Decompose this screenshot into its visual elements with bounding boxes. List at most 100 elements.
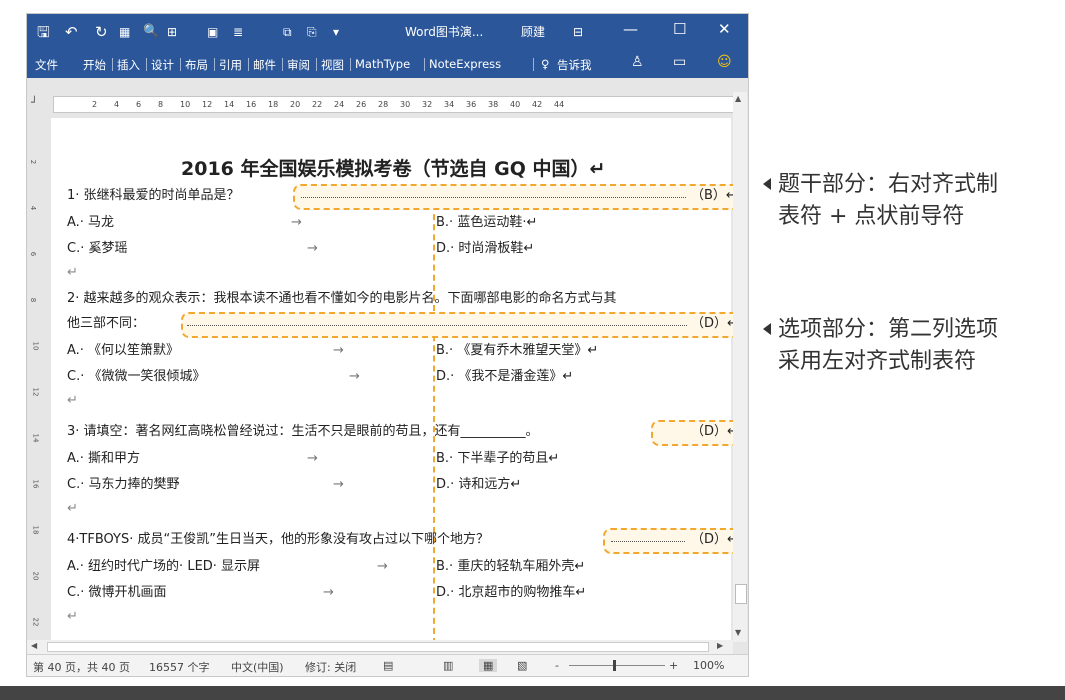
- document-heading: 2016 年全国娱乐模拟考卷（节选自 GQ 中国）↵: [181, 158, 606, 180]
- format-icon[interactable]: ≣: [233, 22, 243, 42]
- ribbon-display-icon[interactable]: ⊟: [573, 22, 583, 42]
- tab-references[interactable]: 引用: [219, 57, 242, 73]
- zoom-slider-thumb[interactable]: [613, 660, 616, 671]
- paragraph-mark: ↵: [67, 609, 78, 624]
- q1-option-b: B.· 蓝色运动鞋·↵: [436, 215, 538, 230]
- user-name[interactable]: 顾建: [521, 23, 545, 40]
- dot-leader: [301, 197, 686, 198]
- ruler-tick-label: 20: [290, 100, 301, 109]
- print-preview-icon[interactable]: 🔍: [143, 22, 159, 42]
- smiley-icon[interactable]: ☺: [717, 54, 732, 70]
- tab-mailings[interactable]: 邮件: [253, 57, 276, 73]
- tab-home[interactable]: 开始: [83, 57, 106, 73]
- page-count[interactable]: 第 40 页，共 40 页: [33, 659, 130, 675]
- ruler-tick-label: 10: [180, 100, 191, 109]
- vruler-tick-label: 18: [31, 525, 40, 535]
- ruler-tick-label: 14: [224, 100, 235, 109]
- scroll-thumb[interactable]: [735, 584, 747, 604]
- read-mode-icon[interactable]: ▥: [443, 659, 453, 672]
- tab-arrow: →: [333, 477, 344, 492]
- hscroll-thumb[interactable]: [47, 642, 709, 652]
- paste-icon[interactable]: ⎘: [307, 22, 317, 42]
- ruler-tick-label: 28: [378, 100, 389, 109]
- tab-arrow: →: [323, 585, 334, 600]
- vruler-tick-label: 10: [31, 341, 40, 351]
- ruler-tick-label: 4: [114, 100, 120, 109]
- ruler-tick-label: 12: [202, 100, 213, 109]
- callout-2-line2: 采用左对齐式制表符: [778, 349, 977, 374]
- word-count[interactable]: 16557 个字: [149, 659, 210, 675]
- q2-stem-line2: 他三部不同：: [67, 316, 146, 331]
- customize-icon[interactable]: ▾: [333, 22, 339, 42]
- zoom-slider[interactable]: [569, 665, 665, 666]
- tab-arrow: →: [377, 559, 388, 574]
- tab-arrow: →: [291, 215, 302, 230]
- vruler-tick-label: 12: [31, 387, 40, 397]
- redo-icon[interactable]: ↻: [95, 22, 108, 42]
- scroll-down-icon[interactable]: ▼: [735, 628, 741, 637]
- tab-separator: [350, 58, 351, 71]
- vruler-tick-label: 20: [31, 571, 40, 581]
- ruler-strip: 2 4 6 8 10 12 14 16 18 20 22 24 26 28 30 32 34 36 38 40 42 44: [53, 96, 735, 113]
- scroll-left-icon[interactable]: ◀: [31, 641, 37, 650]
- copy-icon[interactable]: ⧉: [283, 22, 292, 42]
- scroll-up-icon[interactable]: ▲: [735, 94, 741, 103]
- tab-design[interactable]: 设计: [151, 57, 174, 73]
- q2-option-d: D.· 《我不是潘金莲》↵: [436, 369, 574, 384]
- tab-separator: [214, 58, 215, 71]
- zoom-in-button[interactable]: +: [669, 659, 678, 672]
- tab-mathtype[interactable]: MathType: [355, 57, 410, 71]
- close-button[interactable]: ✕: [718, 20, 731, 38]
- language[interactable]: 中文(中国): [231, 659, 284, 675]
- ruler-tick-label: 24: [334, 100, 345, 109]
- scroll-right-icon[interactable]: ▶: [717, 641, 723, 650]
- macro-icon[interactable]: ▤: [383, 659, 393, 672]
- horizontal-ruler[interactable]: ┘ 2 4 6 8 10 12 14 16 18 20 22 24 26 28 30 32 34 36 38 40 42…: [27, 92, 748, 114]
- tab-selector-icon[interactable]: ┘: [31, 96, 38, 109]
- tab-arrow: →: [333, 343, 344, 358]
- tab-view[interactable]: 视图: [321, 57, 344, 73]
- tell-me-search[interactable]: 告诉我: [557, 57, 592, 73]
- minimize-button[interactable]: —: [623, 20, 638, 38]
- undo-icon[interactable]: ↶: [65, 22, 78, 42]
- vertical-scrollbar[interactable]: ▲ ▼: [733, 92, 747, 642]
- save-icon[interactable]: 🖫: [37, 22, 50, 42]
- zoom-level[interactable]: 100%: [693, 659, 724, 672]
- tab-layout[interactable]: 布局: [185, 57, 208, 73]
- zoom-out-button[interactable]: -: [555, 659, 559, 672]
- page-icon[interactable]: ▣: [207, 22, 218, 42]
- maximize-button[interactable]: ☐: [673, 20, 686, 38]
- ruler-tick-label: 32: [422, 100, 433, 109]
- ruler-tick-label: 18: [268, 100, 279, 109]
- print-layout-icon[interactable]: ▦: [479, 659, 498, 672]
- vruler-tick-label: 22: [31, 617, 40, 627]
- horizontal-scrollbar[interactable]: ◀ ▶: [27, 640, 733, 654]
- web-layout-icon[interactable]: ▧: [517, 659, 527, 672]
- ruler-tick-label: 38: [488, 100, 499, 109]
- title-bar: 🖫 ↶ ↻ ▦ 🔍 ⊞ ▣ ≣ ⧉ ⎘ ▾ Word图书演... 顾建 ⊟ — …: [27, 14, 748, 50]
- document-title: Word图书演...: [405, 25, 484, 39]
- layout-icon[interactable]: ⊞: [167, 22, 177, 42]
- tab-separator: [424, 58, 425, 71]
- tab-noteexpress[interactable]: NoteExpress: [429, 57, 501, 71]
- q1-option-d: D.· 时尚滑板鞋↵: [436, 241, 535, 256]
- tab-separator: [146, 58, 147, 71]
- table-icon[interactable]: ▦: [119, 22, 130, 42]
- vertical-ruler[interactable]: 2 4 6 8 10 12 14 16 18 20 22: [27, 118, 49, 642]
- comment-icon[interactable]: ▭: [673, 54, 686, 70]
- tab-arrow: →: [307, 451, 318, 466]
- share-icon[interactable]: ♙: [631, 54, 644, 70]
- document-page[interactable]: 2016 年全国娱乐模拟考卷（节选自 GQ 中国）↵ 1· 张继科最爱的时尚单品…: [51, 118, 741, 644]
- tab-review[interactable]: 审阅: [287, 57, 310, 73]
- callout-arrow-icon: [763, 323, 771, 335]
- q3-option-a: A.· 撕和甲方: [67, 451, 141, 466]
- tab-insert[interactable]: 插入: [117, 57, 140, 73]
- track-changes[interactable]: 修订: 关闭: [305, 659, 356, 675]
- q3-option-d: D.· 诗和远方↵: [436, 477, 522, 492]
- lightbulb-icon[interactable]: ♀: [541, 57, 549, 71]
- dot-leader: [611, 541, 685, 542]
- q4-answer: （D）↵: [691, 532, 738, 547]
- tab-file[interactable]: 文件: [35, 57, 58, 73]
- q4-stem: 4·TFBOYS· 成员“王俊凯”生日当天，他的形象没有攻占过以下哪个地方？: [67, 532, 489, 547]
- paragraph-mark: ↵: [67, 393, 78, 408]
